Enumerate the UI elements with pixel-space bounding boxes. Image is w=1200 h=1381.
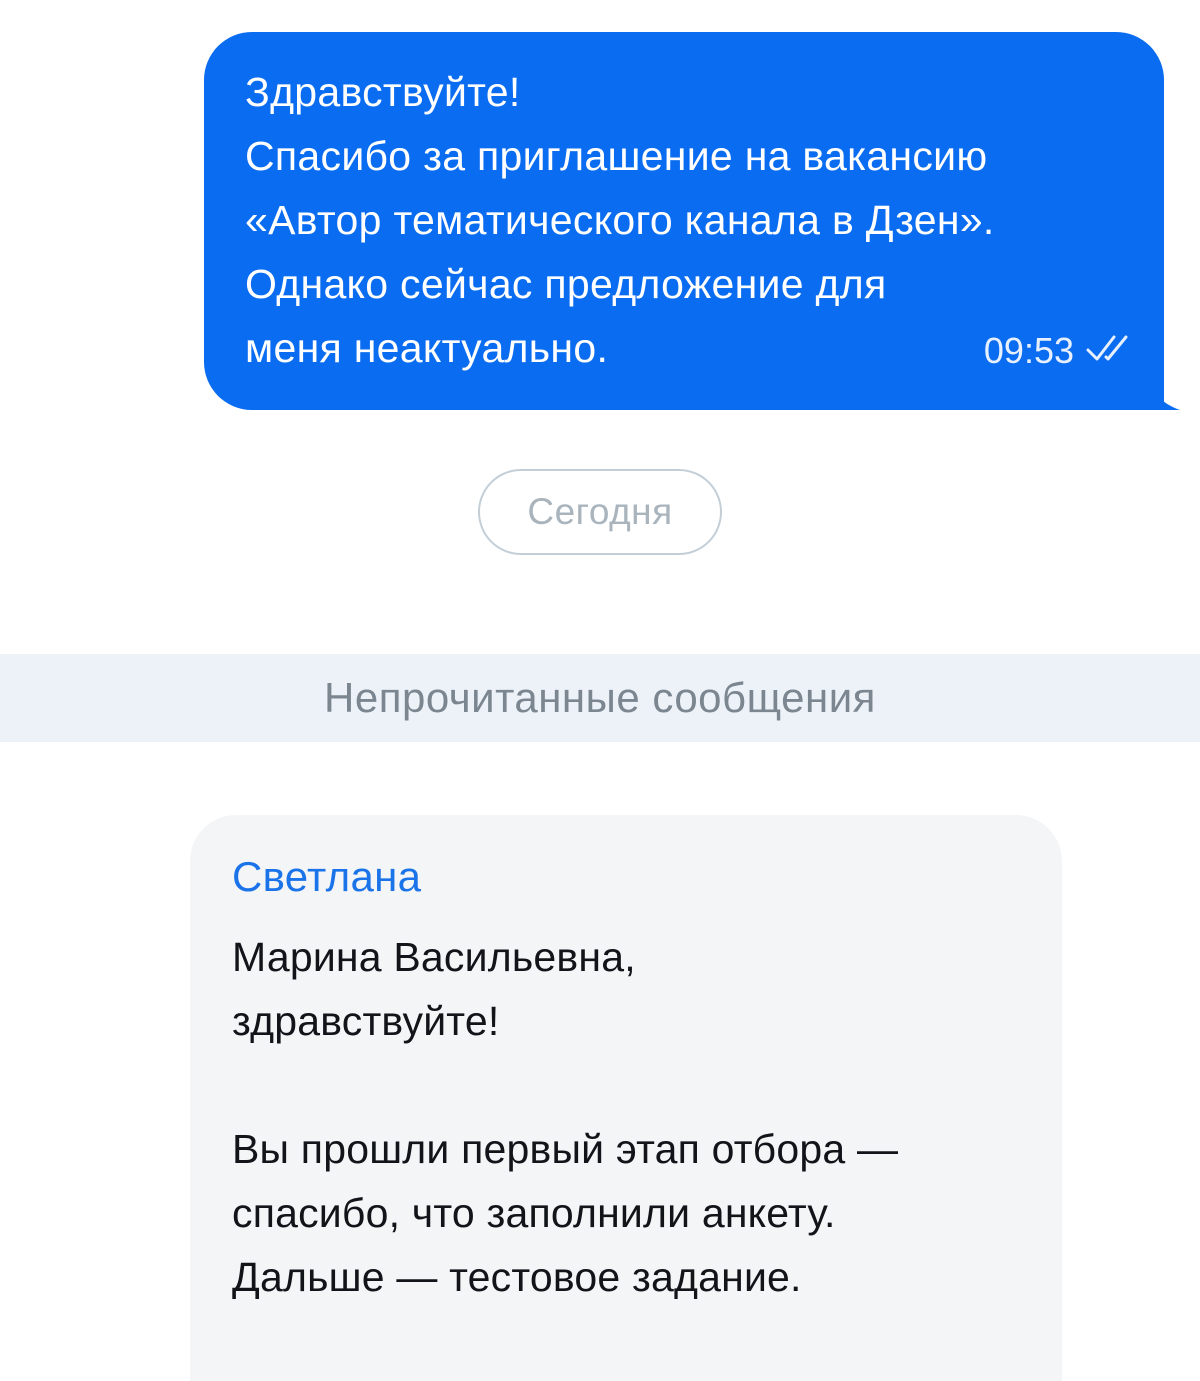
message-line: Однако сейчас предложение для (245, 261, 887, 307)
message-time: 09:53 (983, 330, 1074, 371)
sender-name[interactable]: Светлана (232, 849, 1022, 905)
message-line: Вы прошли первый этап отбора — (232, 1126, 899, 1172)
message-line: здравствуйте! (232, 998, 500, 1044)
incoming-message-text: Марина Васильевна, здравствуйте! Вы прош… (232, 925, 1022, 1309)
bubble-tail (1148, 366, 1180, 410)
date-separator: Сегодня (478, 469, 722, 555)
outgoing-message-bubble[interactable]: Здравствуйте! Спасибо за приглашение на … (204, 32, 1180, 410)
date-separator-label: Сегодня (527, 491, 673, 532)
message-line: Марина Васильевна, (232, 934, 636, 980)
message-line: Здравствуйте! (245, 69, 521, 115)
chat-view: Здравствуйте! Спасибо за приглашение на … (0, 0, 1200, 1381)
unread-divider-label: Непрочитанные сообщения (324, 674, 876, 721)
message-line: «Автор тематического канала в Дзен». (245, 197, 995, 243)
message-line: Спасибо за приглашение на вакансию (245, 133, 988, 179)
message-line: Дальше — тестовое задание. (232, 1254, 802, 1300)
double-check-icon (1086, 330, 1134, 372)
unread-messages-divider: Непрочитанные сообщения (0, 654, 1200, 742)
message-meta: 09:53 (984, 330, 1134, 372)
message-line: спасибо, что заполнили анкету. (232, 1190, 836, 1236)
incoming-message-bubble[interactable]: Светлана Марина Васильевна, здравствуйте… (190, 815, 1062, 1381)
